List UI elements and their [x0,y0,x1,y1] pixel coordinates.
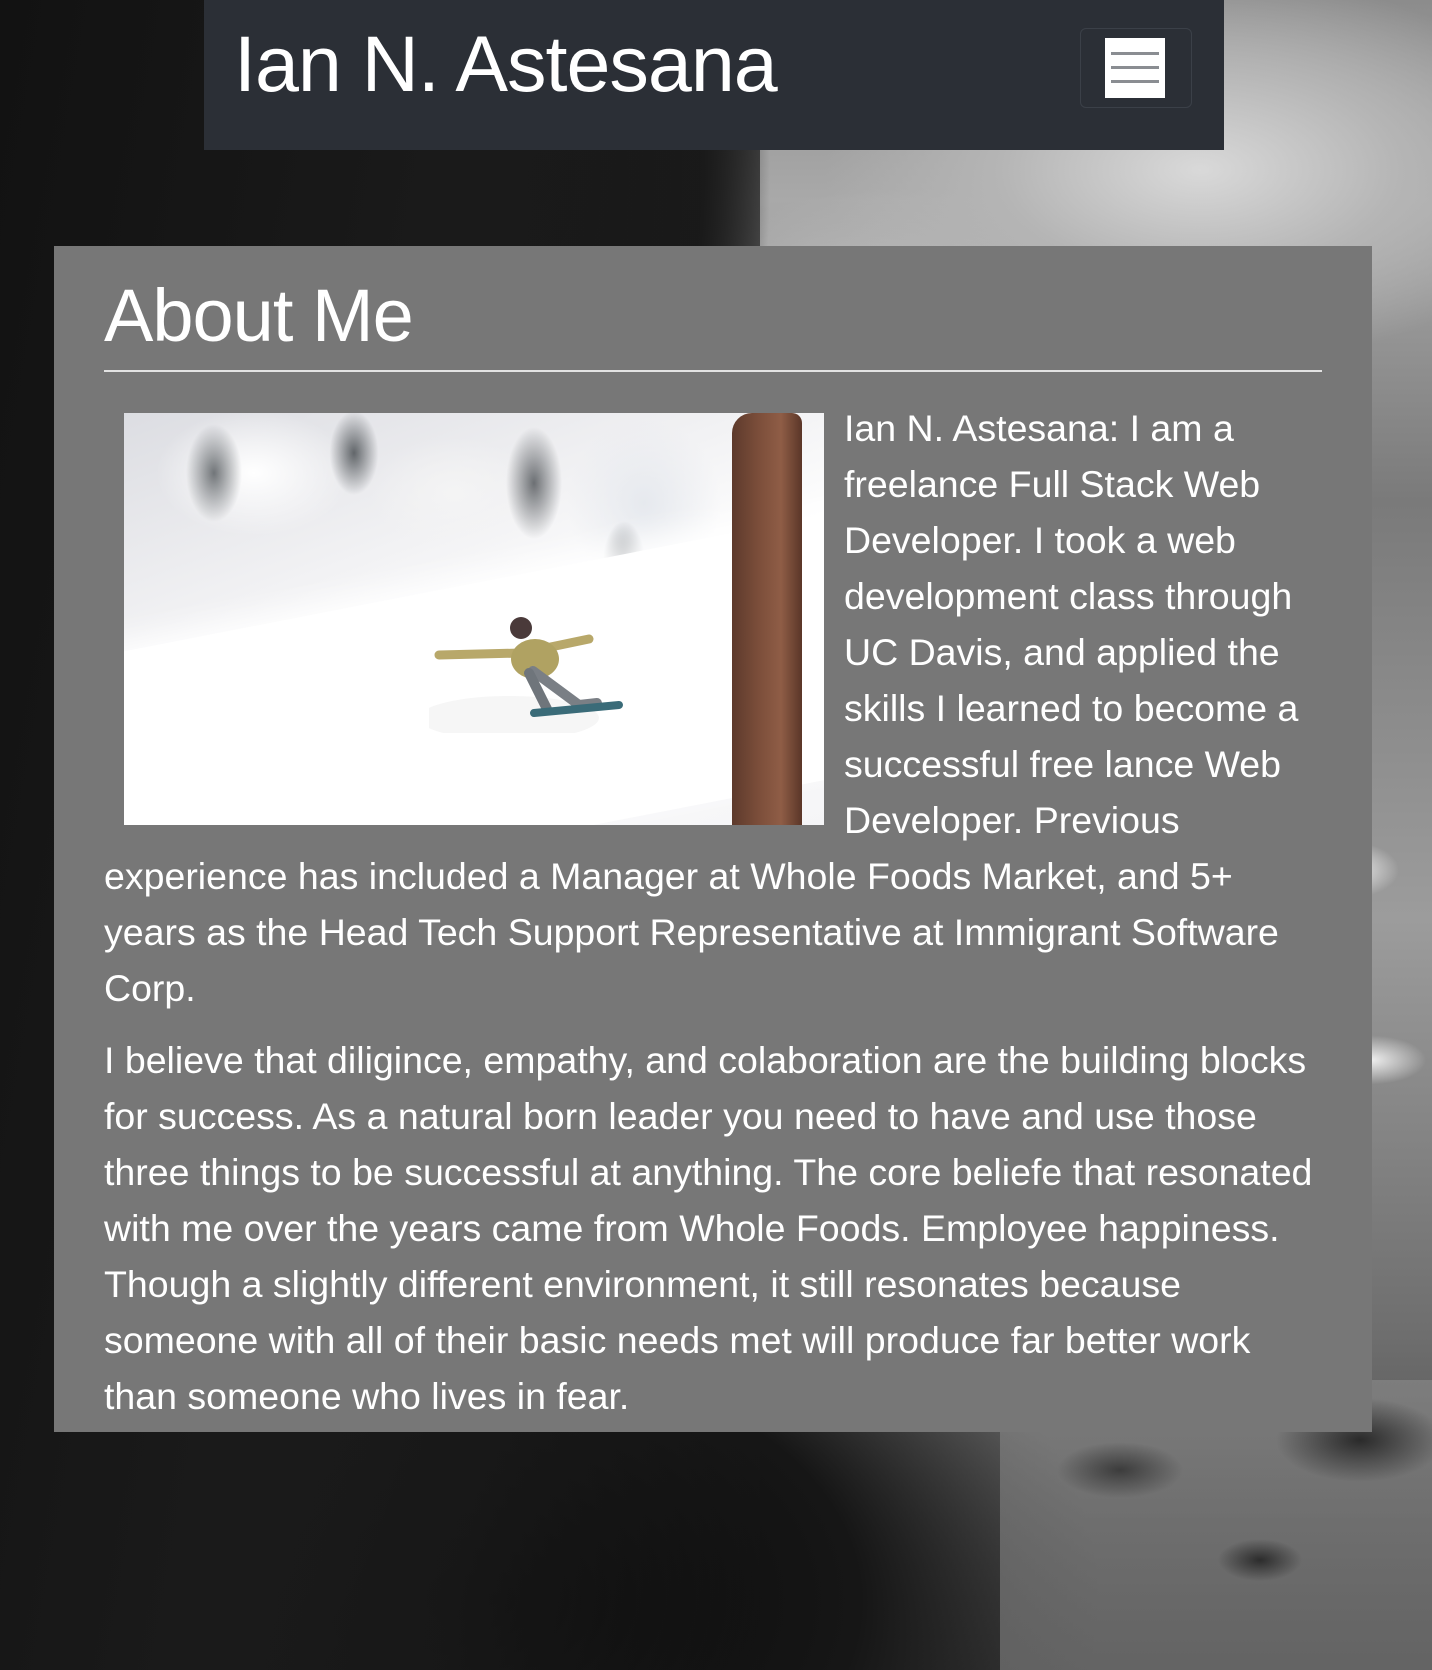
about-card: About Me Ian N. Astesana: I am a freelan… [54,246,1372,1432]
about-body: Ian N. Astesana: I am a freelance Full S… [104,400,1322,1424]
navbar-toggle-button[interactable] [1080,28,1192,108]
snowboarder-figure [429,617,623,733]
photo-tree-trunk [732,413,802,825]
about-title: About Me [104,274,1322,372]
navbar: Ian N. Astesana [204,0,1224,150]
about-paragraph: I believe that diligince, empathy, and c… [104,1039,1313,1417]
hamburger-menu-icon [1105,38,1165,98]
snowboarder-photo [124,413,824,825]
brand-title[interactable]: Ian N. Astesana [234,14,778,114]
